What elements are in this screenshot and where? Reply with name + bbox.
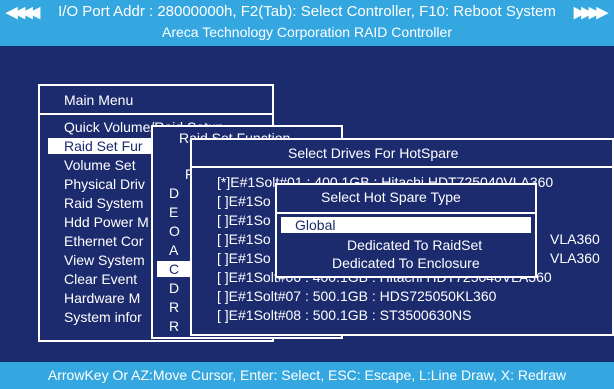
main-menu-title: Main Menu <box>64 92 134 108</box>
drive-row-fragment: VLA360 <box>550 250 600 266</box>
drive-row-fragment: VLA360 <box>550 231 600 247</box>
menu-item-raid-system[interactable]: Raid System <box>64 195 143 211</box>
drive-row-5[interactable]: [ ]E#1So <box>217 250 271 266</box>
hot-spare-option-enclosure[interactable]: Dedicated To Enclosure <box>332 255 480 271</box>
raid-func-item[interactable]: O <box>169 223 180 239</box>
menu-item-volume-set[interactable]: Volume Set <box>64 157 136 173</box>
hot-spare-type-panel: Select Hot Spare Type Global Dedicated T… <box>275 183 537 278</box>
menu-item-physical-drives[interactable]: Physical Driv <box>64 176 145 192</box>
drive-row-4[interactable]: [ ]E#1So <box>217 231 271 247</box>
drive-row-3[interactable]: [ ]E#1So <box>217 212 271 228</box>
menu-item-hardware-monitor[interactable]: Hardware M <box>64 290 140 306</box>
select-drives-title: Select Drives For HotSpare <box>288 145 459 161</box>
menu-item-clear-event[interactable]: Clear Event <box>64 271 137 287</box>
footer-bar: ArrowKey Or AZ:Move Cursor, Enter: Selec… <box>0 362 614 389</box>
raid-func-item[interactable]: D <box>169 280 179 296</box>
menu-item-view-system[interactable]: View System <box>64 252 145 268</box>
menu-item-hdd-power[interactable]: Hdd Power M <box>64 214 149 230</box>
raid-func-item[interactable]: D <box>169 185 179 201</box>
header-bar: ◀◀◀◀ I/O Port Addr : 28000000h, F2(Tab):… <box>0 0 614 46</box>
hot-spare-type-title: Select Hot Spare Type <box>321 189 461 205</box>
hot-spare-option-global[interactable]: Global <box>281 217 531 233</box>
right-arrows-icon: ▶▶▶▶ <box>573 4 608 21</box>
raid-func-item[interactable]: A <box>169 242 178 258</box>
select-drives-divider <box>192 166 612 168</box>
raid-func-item[interactable]: R <box>169 318 179 334</box>
hot-spare-option-raidset[interactable]: Dedicated To RaidSet <box>347 237 482 253</box>
drive-row-8[interactable]: [ ]E#1Solt#08 : 500.1GB : ST3500630NS <box>217 307 472 323</box>
header-line2: Areca Technology Corporation RAID Contro… <box>162 24 452 40</box>
header-line1: I/O Port Addr : 28000000h, F2(Tab): Sele… <box>58 3 556 20</box>
raid-func-item[interactable]: E <box>169 204 178 220</box>
raid-func-item[interactable]: R <box>169 299 179 315</box>
drive-row-7[interactable]: [ ]E#1Solt#07 : 500.1GB : HDS725050KL360 <box>217 288 496 304</box>
drive-row-2[interactable]: [ ]E#1So <box>217 193 271 209</box>
menu-item-ethernet[interactable]: Ethernet Cor <box>64 233 143 249</box>
hot-spare-type-divider <box>277 212 535 214</box>
menu-item-system-info[interactable]: System infor <box>64 309 142 325</box>
main-menu-divider <box>40 113 272 115</box>
